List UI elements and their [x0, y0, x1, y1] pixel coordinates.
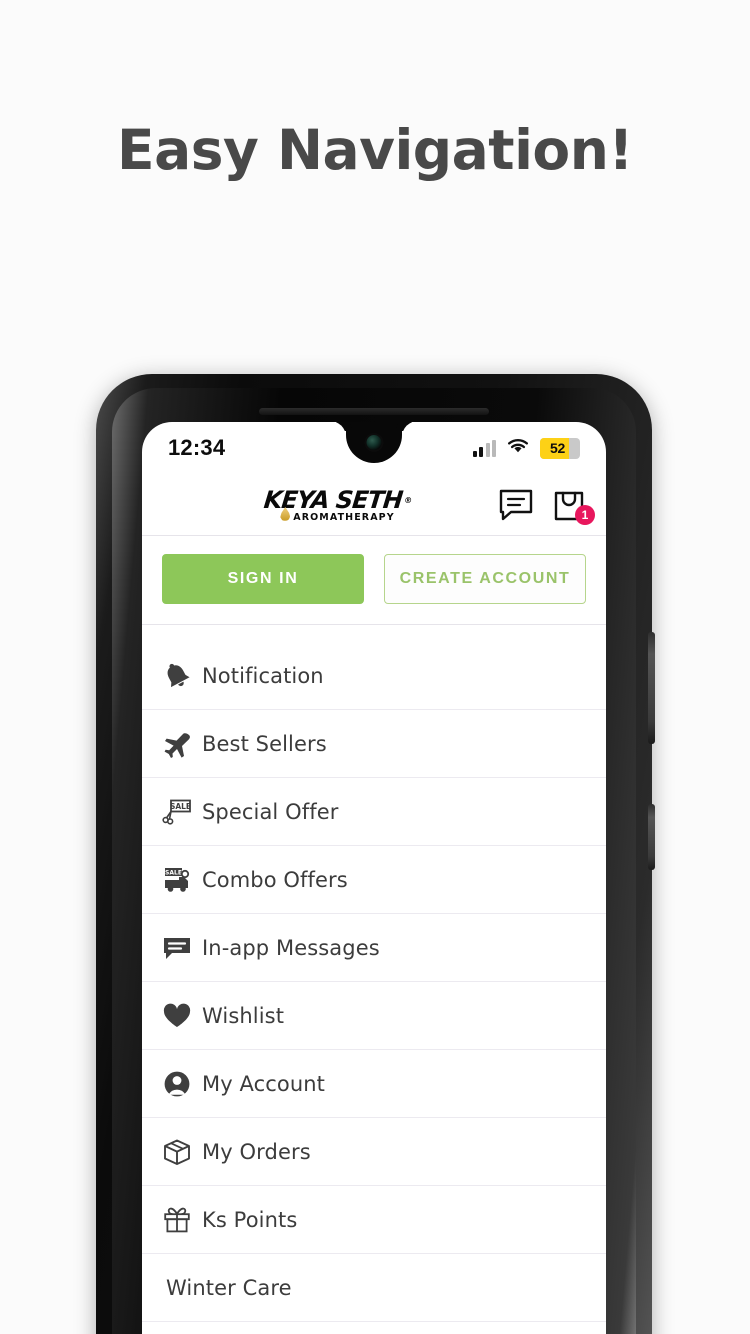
menu-item-winter-care[interactable]: Winter Care: [142, 1254, 606, 1322]
phone-screen: 12:34 52 KEYA SETH ® AROMATHERAPY 1 SIGN…: [142, 422, 606, 1334]
cart-count-badge: 1: [575, 504, 595, 525]
power-button[interactable]: [648, 804, 655, 870]
menu-item-my-account[interactable]: My Account: [142, 1050, 606, 1118]
menu-item-in-app-messages[interactable]: In-app Messages: [142, 914, 606, 982]
create-account-button[interactable]: CREATE ACCOUNT: [384, 554, 586, 604]
menu-item-label: In-app Messages: [202, 935, 380, 960]
svg-text:SALE: SALE: [170, 802, 191, 811]
menu-item-label: Best Sellers: [202, 731, 327, 756]
sign-in-button[interactable]: SIGN IN: [162, 554, 364, 604]
battery-percent: 52: [550, 440, 565, 456]
earpiece-speaker: [259, 408, 489, 415]
menu-item-label: Winter Care: [166, 1275, 292, 1300]
auth-actions: SIGN IN CREATE ACCOUNT: [142, 536, 606, 625]
heart-icon: [162, 999, 202, 1033]
bell-icon: [162, 659, 202, 693]
menu-item-notification[interactable]: Notification: [142, 642, 606, 710]
messages-icon[interactable]: [498, 488, 534, 522]
wifi-icon: [506, 437, 530, 460]
package-box-icon: [162, 1135, 202, 1169]
menu-item-label: Wishlist: [202, 1003, 285, 1028]
page-title: Easy Navigation!: [117, 118, 633, 182]
menu-item-special-offer[interactable]: SALE Special Offer: [142, 778, 606, 846]
menu-item-best-sellers[interactable]: Best Sellers: [142, 710, 606, 778]
app-header: KEYA SETH ® AROMATHERAPY 1: [142, 474, 606, 536]
gift-icon: [162, 1203, 202, 1237]
menu-item-spacer: [142, 1322, 606, 1334]
menu-item-label: My Account: [202, 1071, 326, 1096]
menu-item-label: Notification: [202, 663, 324, 688]
airplane-icon: [162, 727, 202, 761]
menu-item-ks-points[interactable]: Ks Points: [142, 1186, 606, 1254]
navigation-menu: Notification Best Sellers SALE Special O…: [142, 642, 606, 1334]
menu-item-wishlist[interactable]: Wishlist: [142, 982, 606, 1050]
volume-button[interactable]: [648, 632, 655, 744]
battery-icon: 52: [540, 437, 580, 459]
shopping-bag-icon[interactable]: 1: [552, 488, 595, 525]
menu-item-label: Combo Offers: [202, 867, 348, 892]
user-avatar-icon: [162, 1067, 202, 1101]
status-clock: 12:34: [168, 435, 226, 460]
brand-logo-secondary: AROMATHERAPY: [280, 507, 394, 523]
sale-tag-icon: SALE: [162, 795, 202, 829]
menu-item-label: Special Offer: [202, 799, 339, 824]
phone-device-frame: 12:34 52 KEYA SETH ® AROMATHERAPY 1 SIGN…: [96, 374, 655, 1334]
cellular-signal-icon: [472, 439, 496, 457]
menu-item-my-orders[interactable]: My Orders: [142, 1118, 606, 1186]
svg-text:SALE: SALE: [165, 869, 182, 876]
sale-truck-icon: SALE: [162, 863, 202, 897]
phone-bezel: 12:34 52 KEYA SETH ® AROMATHERAPY 1 SIGN…: [112, 388, 636, 1334]
promo-screenshot: Easy Navigation! 12:34 52 KEYA SETH ® AR…: [0, 0, 750, 1334]
header-icons: 1: [498, 488, 595, 525]
chat-bubble-icon: [162, 931, 202, 965]
menu-item-combo-offers[interactable]: SALE Combo Offers: [142, 846, 606, 914]
brand-logo[interactable]: KEYA SETH ® AROMATHERAPY: [142, 486, 498, 523]
status-indicators: 52: [472, 437, 580, 460]
registered-mark: ®: [404, 495, 413, 505]
menu-item-label: My Orders: [202, 1139, 311, 1164]
status-bar: 12:34 52: [142, 422, 606, 474]
menu-item-label: Ks Points: [202, 1207, 298, 1232]
